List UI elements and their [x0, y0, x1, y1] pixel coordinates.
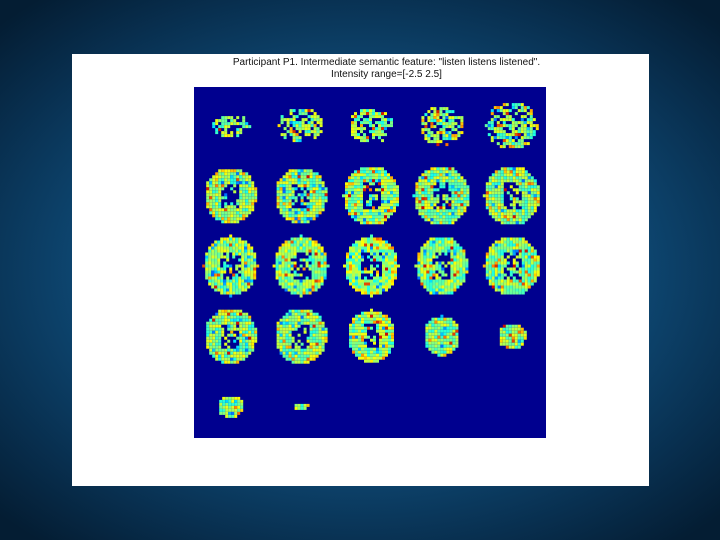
- brain-slice: [202, 234, 260, 298]
- brain-slice: [482, 237, 540, 295]
- brain-slice: [294, 403, 310, 410]
- brain-slice-montage-svg: [202, 103, 540, 418]
- brain-slice: [277, 109, 323, 143]
- brain-slice: [425, 314, 459, 357]
- figure-title: Participant P1. Intermediate semantic fe…: [232, 57, 541, 68]
- brain-slice: [276, 169, 328, 224]
- brain-slice: [499, 324, 527, 349]
- brain-slice: [342, 167, 399, 225]
- brain-slice: [219, 396, 244, 418]
- brain-slice: [206, 169, 258, 224]
- brain-slice-montage: [194, 87, 546, 438]
- brain-slice: [206, 309, 258, 364]
- brain-slice: [349, 308, 394, 363]
- slide-panel: Participant P1. Intermediate semantic fe…: [72, 54, 649, 486]
- brain-slice: [272, 234, 330, 298]
- brain-slice: [412, 167, 470, 225]
- brain-slice: [421, 107, 464, 147]
- brain-slice: [484, 103, 539, 149]
- intensity-range-label: Intensity range=[-2.5 2.5]: [331, 69, 442, 80]
- brain-slice: [482, 167, 540, 225]
- brain-slice: [351, 109, 393, 143]
- brain-slice: [414, 237, 469, 295]
- brain-slice: [212, 116, 252, 138]
- brain-slice: [343, 234, 400, 298]
- brain-slice: [276, 309, 328, 364]
